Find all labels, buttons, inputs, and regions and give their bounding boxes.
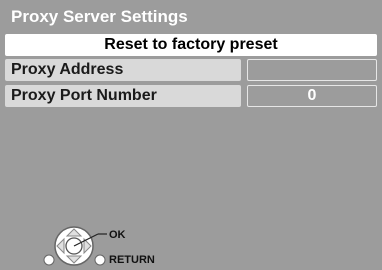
return-label: RETURN bbox=[109, 254, 155, 266]
proxy-address-field[interactable] bbox=[247, 59, 377, 81]
page-title: Proxy Server Settings bbox=[4, 0, 380, 34]
proxy-port-label: Proxy Port Number bbox=[5, 85, 241, 107]
dpad-ok-icon bbox=[54, 226, 94, 266]
proxy-port-field[interactable]: 0 bbox=[247, 85, 377, 107]
return-button-icon bbox=[43, 254, 55, 266]
proxy-address-label: Proxy Address bbox=[5, 59, 241, 81]
ok-label: OK bbox=[109, 229, 126, 241]
reset-to-factory-button[interactable]: Reset to factory preset bbox=[5, 34, 377, 56]
